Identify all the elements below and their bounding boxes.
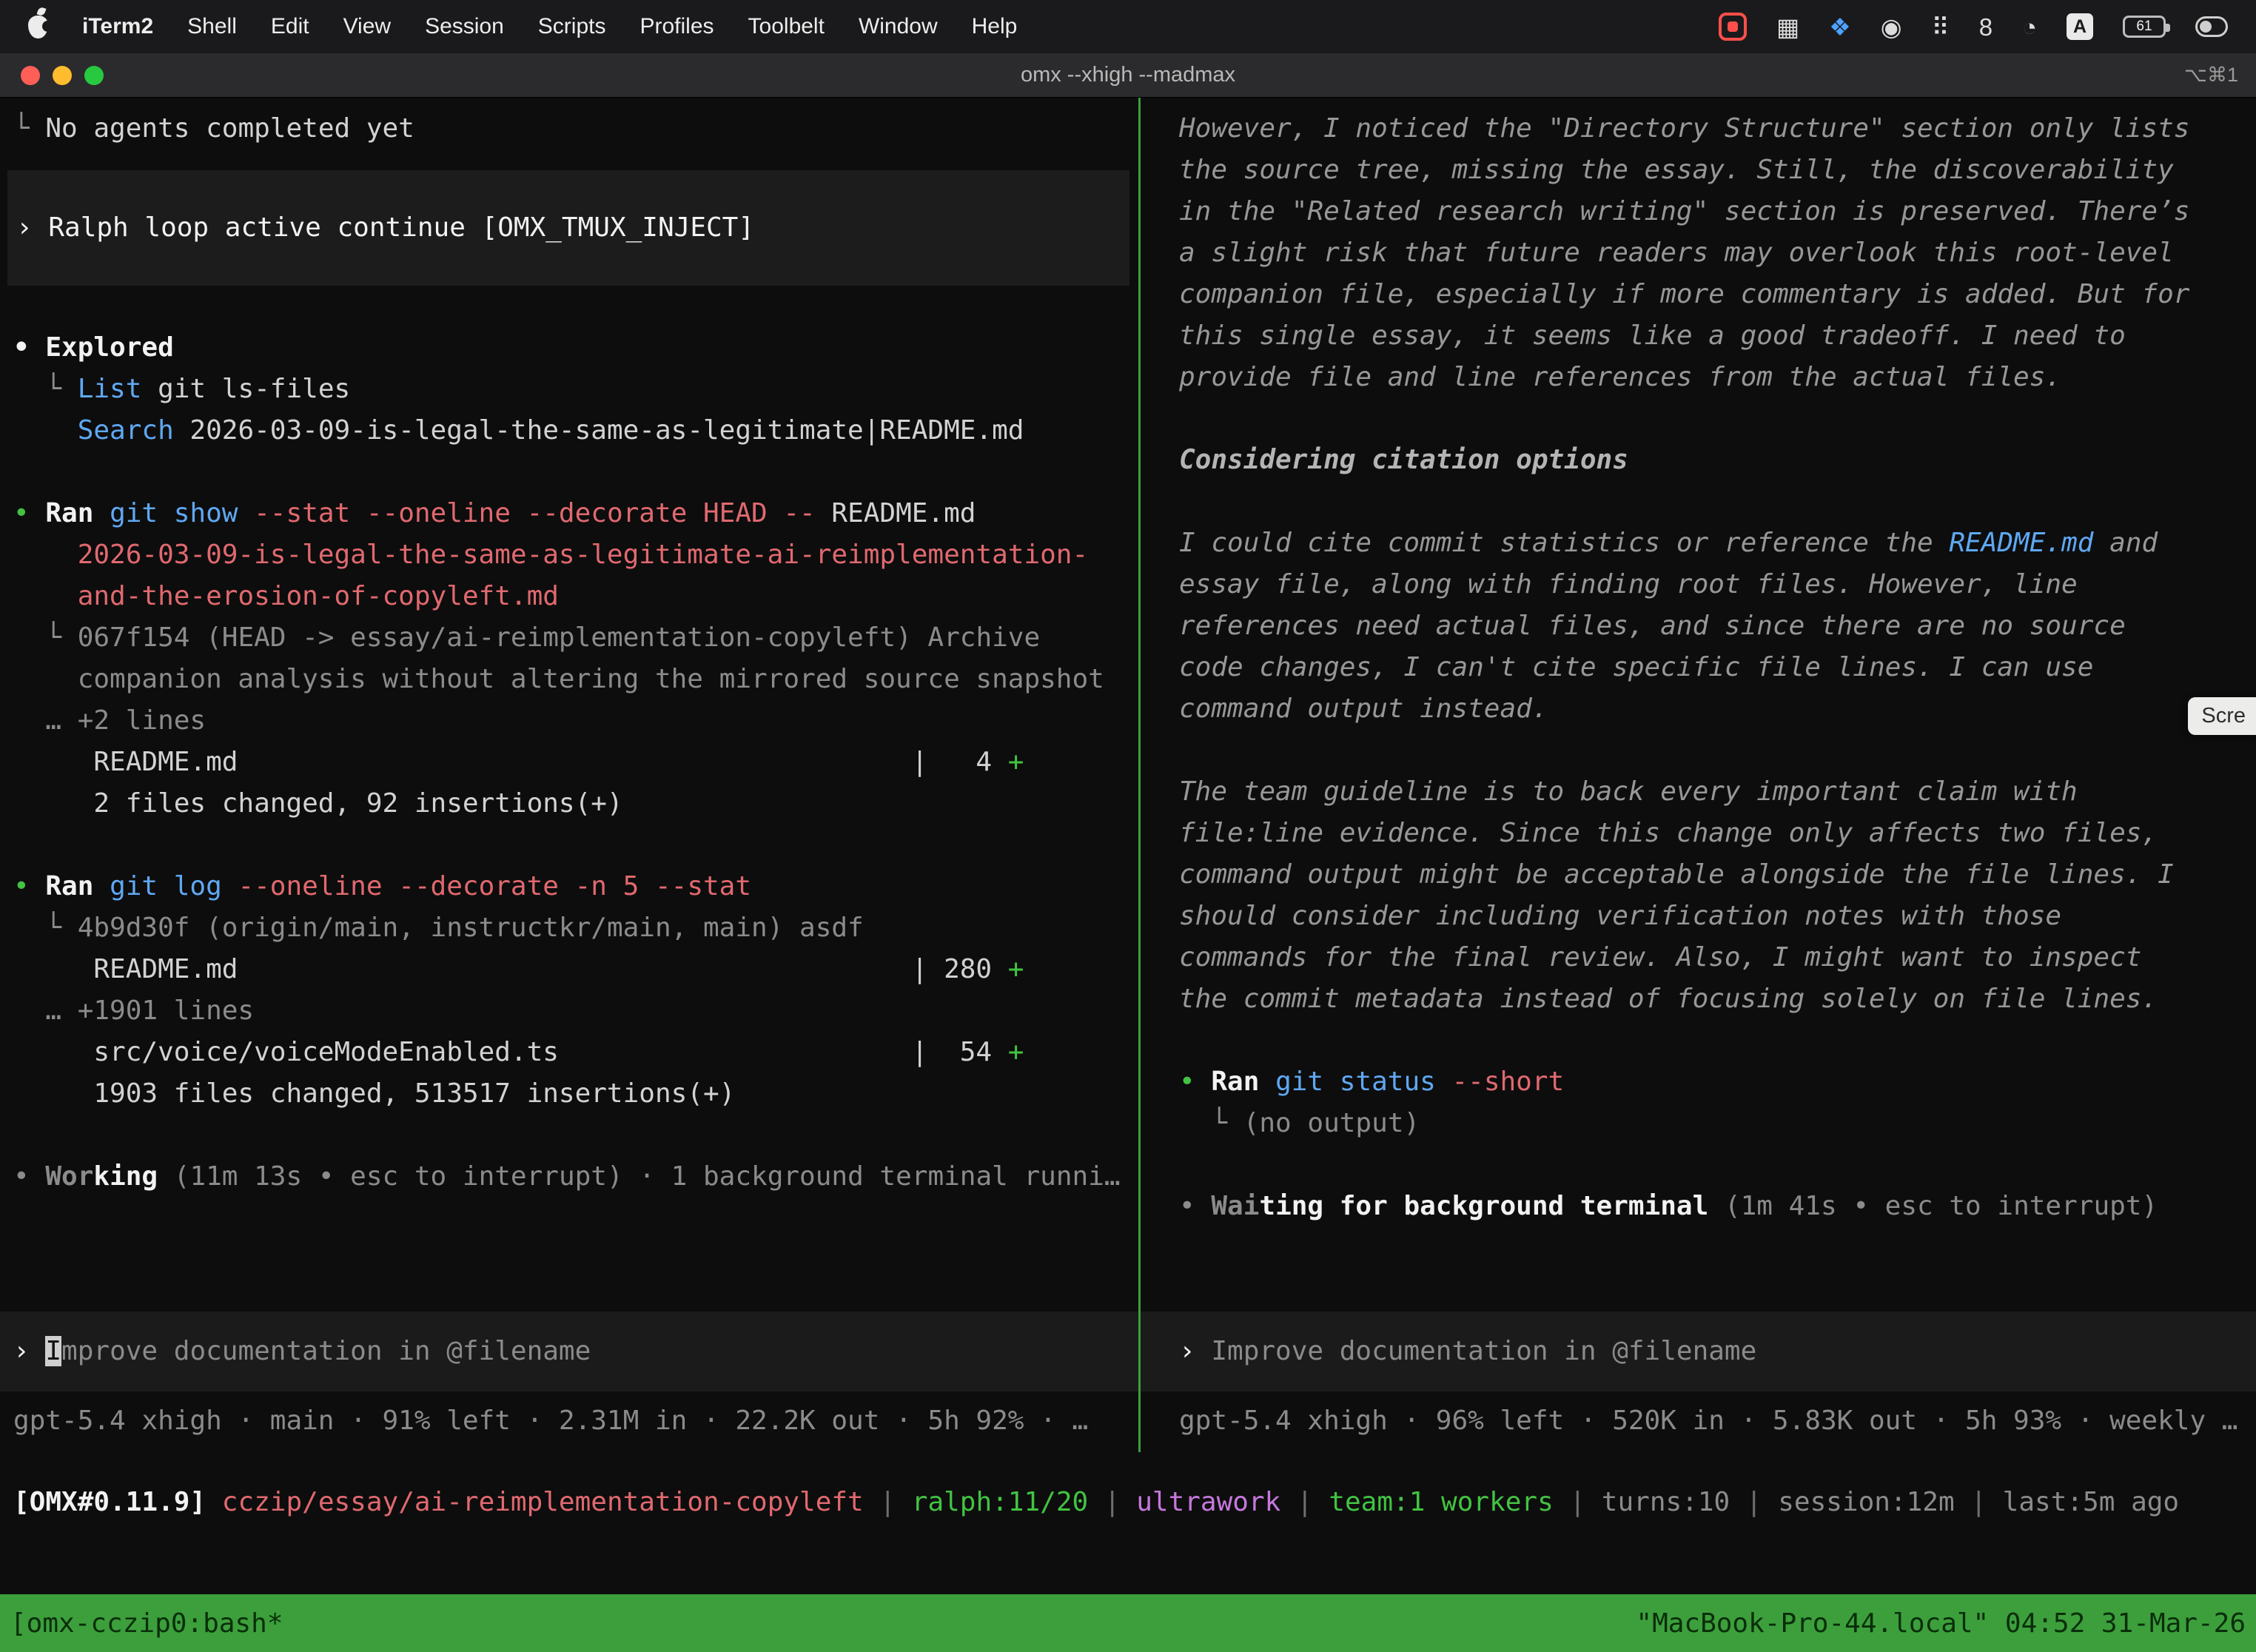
menu-item-iterm2[interactable]: iTerm2 xyxy=(82,14,153,39)
tmux-session-name: [omx-cczip0:bash* xyxy=(10,1608,283,1639)
zoom-button[interactable] xyxy=(84,66,104,85)
ran-git-log-block: • Ran git log --oneline --decorate -n 5 … xyxy=(0,866,1138,1115)
app-dot-icon[interactable]: ◉ xyxy=(1881,15,1902,39)
reasoning-paragraph-2: I could cite commit statistics or refere… xyxy=(1179,523,2199,730)
close-button[interactable] xyxy=(21,66,40,85)
explored-block: • Explored └ List git ls-files Search 20… xyxy=(0,327,1138,451)
tmux-status-bar: [omx-cczip0:bash* "MacBook-Pro-44.local"… xyxy=(0,1594,2256,1652)
screen-recording-indicator-icon[interactable] xyxy=(1719,13,1747,41)
ultrawork-flag: ultrawork xyxy=(1136,1487,1280,1517)
text-cursor: I xyxy=(45,1336,61,1366)
transmit-icon[interactable]: ❖ xyxy=(1829,15,1851,39)
clock-icon[interactable]: ◔ xyxy=(2022,15,2037,39)
ran-git-show-block: • Ran git show --stat --oneline --decora… xyxy=(0,493,1138,825)
working-status-line: • Working (11m 13s • esc to interrupt) ·… xyxy=(0,1156,1138,1198)
reasoning-paragraph-1: However, I noticed the "Directory Struct… xyxy=(1179,108,2199,398)
menu-item-profiles[interactable]: Profiles xyxy=(639,14,714,39)
battery-icon[interactable]: 61 xyxy=(2123,16,2166,38)
minimize-button[interactable] xyxy=(53,66,72,85)
prompt-input-right[interactable]: › Improve documentation in @filename xyxy=(1141,1312,2256,1391)
menu-bar-status-icons: ▦ ❖ ◉ ⠿ 8 ◔ A 61 xyxy=(1719,13,2228,41)
ralph-loop-banner: › Ralph loop active continue [OMX_TMUX_I… xyxy=(7,170,1129,286)
agents-status-line: └ No agents completed yet xyxy=(0,108,1138,150)
control-center-icon[interactable] xyxy=(2195,16,2228,37)
ralph-counter: ralph:11/20 xyxy=(912,1487,1088,1517)
terminal-pane-right[interactable]: However, I noticed the "Directory Struct… xyxy=(1141,98,2256,1452)
tmux-host-clock: "MacBook-Pro-44.local" 04:52 31-Mar-26 xyxy=(1636,1608,2246,1639)
omx-status-line: [OMX#0.11.9] cczip/essay/ai-reimplementa… xyxy=(0,1452,2256,1594)
session-status-left: gpt-5.4 xhigh · main · 91% left · 2.31M … xyxy=(0,1391,1138,1452)
window-title-bar[interactable]: omx --xhigh --madmax ⌥⌘1 xyxy=(0,53,2256,98)
menu-item-toolbelt[interactable]: Toolbelt xyxy=(748,14,825,39)
grid-icon[interactable]: ▦ xyxy=(1776,15,1799,39)
tmux-panes: └ No agents completed yet › Ralph loop a… xyxy=(0,98,2256,1452)
window-title: omx --xhigh --madmax xyxy=(1021,63,1235,87)
reasoning-paragraph-3: The team guideline is to back every impo… xyxy=(1179,771,2199,1020)
apple-menu-icon[interactable] xyxy=(28,16,48,38)
turns-counter: turns:10 xyxy=(1602,1487,1730,1517)
menu-item-help[interactable]: Help xyxy=(972,14,1018,39)
team-workers: team:1 workers xyxy=(1329,1487,1553,1517)
dots-grid-icon[interactable]: ⠿ xyxy=(1932,15,1950,39)
window-shortcut-hint: ⌥⌘1 xyxy=(2184,64,2238,87)
menu-bar: iTerm2 Shell Edit View Session Scripts P… xyxy=(0,0,2256,53)
branch-name: cczip/essay/ai-reimplementation-copyleft xyxy=(222,1487,864,1517)
input-source-icon[interactable]: A xyxy=(2067,13,2093,40)
prompt-input-left[interactable]: › Improve documentation in @filename xyxy=(0,1312,1138,1391)
ran-git-status-block: • Ran git status --short └ (no output) xyxy=(1141,1061,2256,1144)
iterm2-window: omx --xhigh --madmax ⌥⌘1 └ No agents com… xyxy=(0,53,2256,1652)
reasoning-heading: Considering citation options xyxy=(1179,440,2256,481)
terminal-pane-left[interactable]: └ No agents completed yet › Ralph loop a… xyxy=(0,98,1138,1452)
keyboard-layout-icon[interactable]: 8 xyxy=(1979,15,1993,39)
readme-link: README.md xyxy=(1949,528,2093,558)
menu-item-edit[interactable]: Edit xyxy=(271,14,309,39)
session-duration: session:12m xyxy=(1778,1487,1954,1517)
menu-item-scripts[interactable]: Scripts xyxy=(538,14,606,39)
screen-share-tooltip[interactable]: Scre xyxy=(2188,697,2256,735)
last-activity: last:5m ago xyxy=(2003,1487,2179,1517)
menu-item-view[interactable]: View xyxy=(343,14,391,39)
menu-item-shell[interactable]: Shell xyxy=(187,14,237,39)
menu-item-session[interactable]: Session xyxy=(425,14,504,39)
waiting-status-line: • Waiting for background terminal (1m 41… xyxy=(1141,1186,2256,1227)
session-status-right: gpt-5.4 xhigh · 96% left · 520K in · 5.8… xyxy=(1141,1391,2256,1452)
traffic-lights xyxy=(21,53,104,97)
menu-item-window[interactable]: Window xyxy=(859,14,938,39)
